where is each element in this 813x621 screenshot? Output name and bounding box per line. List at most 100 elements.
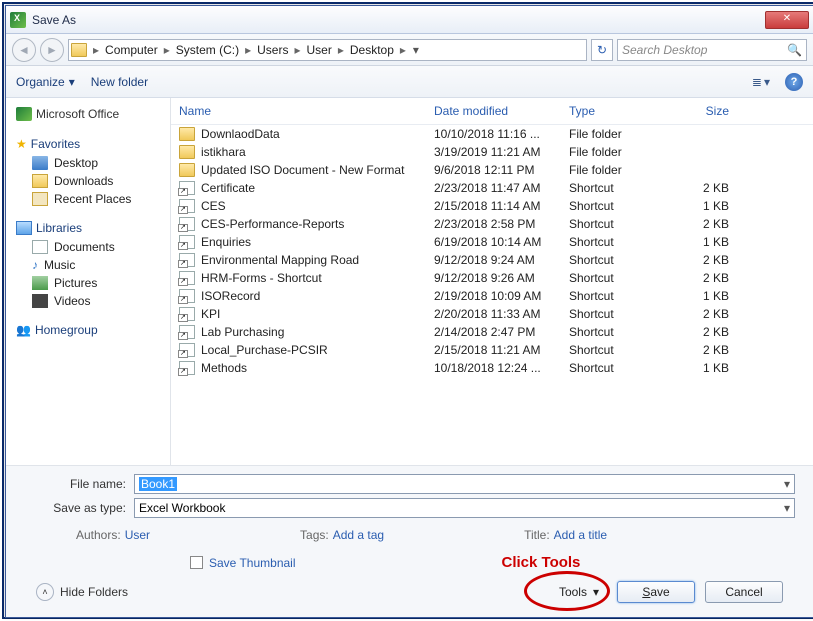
file-row[interactable]: ISORecord2/19/2018 10:09 AMShortcut1 KB — [171, 287, 813, 305]
help-button[interactable]: ? — [785, 73, 803, 91]
file-size: 2 KB — [669, 181, 729, 195]
file-name: CES — [201, 199, 226, 213]
shortcut-icon — [179, 181, 195, 195]
file-date: 2/14/2018 2:47 PM — [434, 325, 569, 339]
filename-input[interactable]: Book1 ▾ — [134, 474, 795, 494]
close-button[interactable]: ✕ — [765, 11, 809, 29]
file-size: 2 KB — [669, 217, 729, 231]
authors-value[interactable]: User — [125, 528, 150, 542]
col-name[interactable]: Name — [179, 104, 434, 118]
nav-bar: ◄ ► ▸ Computer ▸ System (C:) ▸ Users ▸ U… — [6, 34, 813, 66]
file-date: 6/19/2018 10:14 AM — [434, 235, 569, 249]
file-date: 10/10/2018 11:16 ... — [434, 127, 569, 141]
authors-label: Authors: — [76, 528, 121, 542]
filename-label: File name: — [24, 477, 134, 491]
chevron-down-icon[interactable]: ▾ — [784, 501, 790, 515]
shortcut-icon — [179, 289, 195, 303]
file-size: 1 KB — [669, 199, 729, 213]
hide-folders-button[interactable]: ˄ Hide Folders — [36, 583, 128, 601]
file-row[interactable]: Lab Purchasing2/14/2018 2:47 PMShortcut2… — [171, 323, 813, 341]
nav-back-button[interactable]: ◄ — [12, 38, 36, 62]
file-type: Shortcut — [569, 271, 669, 285]
folder-icon — [179, 127, 195, 141]
search-icon: 🔍 — [787, 43, 802, 57]
thumbnail-checkbox[interactable] — [190, 556, 203, 569]
breadcrumb[interactable]: ▸ Computer ▸ System (C:) ▸ Users ▸ User … — [68, 39, 587, 61]
col-date[interactable]: Date modified — [434, 104, 569, 118]
sidebar-item-downloads[interactable]: Downloads — [10, 172, 166, 190]
file-row[interactable]: Updated ISO Document - New Format9/6/201… — [171, 161, 813, 179]
file-row[interactable]: CES2/15/2018 11:14 AMShortcut1 KB — [171, 197, 813, 215]
file-date: 2/19/2018 10:09 AM — [434, 289, 569, 303]
save-button[interactable]: Save — [617, 581, 695, 603]
crumb-user[interactable]: User — [303, 43, 336, 57]
refresh-button[interactable]: ↻ — [591, 39, 613, 61]
recent-icon — [32, 192, 48, 206]
file-type: Shortcut — [569, 181, 669, 195]
tags-value[interactable]: Add a tag — [333, 528, 384, 542]
file-type: Shortcut — [569, 343, 669, 357]
desktop-icon — [32, 156, 48, 170]
tags-label: Tags: — [300, 528, 329, 542]
sidebar-favorites[interactable]: ★ Favorites — [10, 134, 166, 154]
file-row[interactable]: Local_Purchase-PCSIR2/15/2018 11:21 AMSh… — [171, 341, 813, 359]
file-type: File folder — [569, 127, 669, 141]
file-row[interactable]: KPI2/20/2018 11:33 AMShortcut2 KB — [171, 305, 813, 323]
chevron-down-icon[interactable]: ▾ — [784, 477, 790, 491]
search-input[interactable]: Search Desktop 🔍 — [617, 39, 807, 61]
file-name: Local_Purchase-PCSIR — [201, 343, 328, 357]
savetype-select[interactable]: Excel Workbook ▾ — [134, 498, 795, 518]
file-date: 2/23/2018 11:47 AM — [434, 181, 569, 195]
file-name: DownlaodData — [201, 127, 280, 141]
music-icon: ♪ — [32, 258, 38, 272]
file-row[interactable]: CES-Performance-Reports2/23/2018 2:58 PM… — [171, 215, 813, 233]
breadcrumb-dropdown[interactable]: ▾ — [408, 43, 424, 57]
sidebar-libraries[interactable]: Libraries — [10, 218, 166, 238]
file-type: Shortcut — [569, 307, 669, 321]
toolbar: Organize ▾ New folder ≣ ▾ ? — [6, 66, 813, 98]
file-row[interactable]: DownlaodData 10/10/2018 11:16 ...File fol… — [171, 125, 813, 143]
col-size[interactable]: Size — [669, 104, 729, 118]
save-as-dialog: Save As ✕ ◄ ► ▸ Computer ▸ System (C:) ▸… — [5, 5, 813, 618]
file-rows[interactable]: DownlaodData 10/10/2018 11:16 ...File fol… — [171, 125, 813, 465]
file-row[interactable]: istikhara3/19/2019 11:21 AMFile folder — [171, 143, 813, 161]
file-type: Shortcut — [569, 235, 669, 249]
crumb-desktop[interactable]: Desktop — [346, 43, 398, 57]
tools-button[interactable]: Tools ▾ — [551, 583, 607, 601]
file-size: 2 KB — [669, 307, 729, 321]
sidebar-homegroup[interactable]: 👥 Homegroup — [10, 320, 166, 340]
crumb-users[interactable]: Users — [253, 43, 292, 57]
file-name: Environmental Mapping Road — [201, 253, 359, 267]
new-folder-button[interactable]: New folder — [91, 75, 148, 89]
file-row[interactable]: Methods10/18/2018 12:24 ...Shortcut1 KB — [171, 359, 813, 377]
file-name: Methods — [201, 361, 247, 375]
file-row[interactable]: Enquiries6/19/2018 10:14 AMShortcut1 KB — [171, 233, 813, 251]
nav-forward-button[interactable]: ► — [40, 38, 64, 62]
pictures-icon — [32, 276, 48, 290]
file-row[interactable]: Certificate2/23/2018 11:47 AMShortcut2 K… — [171, 179, 813, 197]
sidebar-item-desktop[interactable]: Desktop — [10, 154, 166, 172]
chevron-down-icon: ▾ — [593, 585, 599, 599]
sidebar-item-music[interactable]: ♪Music — [10, 256, 166, 274]
crumb-computer[interactable]: Computer — [101, 43, 162, 57]
title-label: Title: — [524, 528, 550, 542]
chevron-up-icon: ˄ — [36, 583, 54, 601]
view-button[interactable]: ≣ ▾ — [747, 72, 775, 92]
file-date: 3/19/2019 11:21 AM — [434, 145, 569, 159]
title-value[interactable]: Add a title — [554, 528, 607, 542]
file-size: 2 KB — [669, 325, 729, 339]
sidebar-item-videos[interactable]: Videos — [10, 292, 166, 310]
sidebar-item-recent[interactable]: Recent Places — [10, 190, 166, 208]
crumb-system[interactable]: System (C:) — [172, 43, 243, 57]
col-type[interactable]: Type — [569, 104, 669, 118]
sidebar-item-pictures[interactable]: Pictures — [10, 274, 166, 292]
sidebar-ms-office[interactable]: Microsoft Office — [10, 104, 166, 124]
file-date: 9/12/2018 9:26 AM — [434, 271, 569, 285]
file-row[interactable]: HRM-Forms - Shortcut9/12/2018 9:26 AMSho… — [171, 269, 813, 287]
sidebar-item-documents[interactable]: Documents — [10, 238, 166, 256]
organize-button[interactable]: Organize ▾ — [16, 75, 75, 89]
file-type: File folder — [569, 145, 669, 159]
videos-icon — [32, 294, 48, 308]
file-row[interactable]: Environmental Mapping Road9/12/2018 9:24… — [171, 251, 813, 269]
cancel-button[interactable]: Cancel — [705, 581, 783, 603]
